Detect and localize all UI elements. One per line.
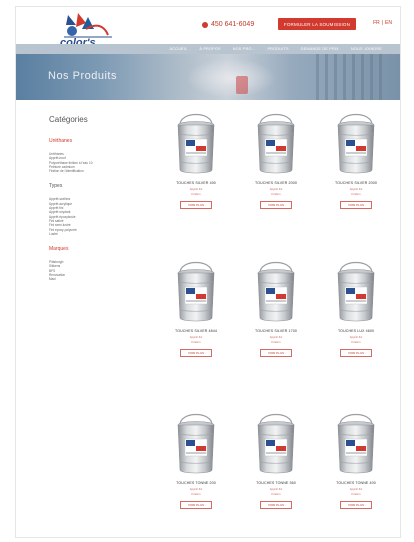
sidebar-title: Catégories <box>49 115 88 124</box>
product-card[interactable]: TOUCHES SILVER 4844 Apprêt fini Finition… <box>161 261 231 357</box>
product-subtitle: Apprêt fini <box>269 187 283 191</box>
product-card[interactable]: TOUCHES LUX 4600 Apprêt fini Finition VO… <box>321 261 391 357</box>
view-more-button[interactable]: VOIR PLUS <box>260 501 292 509</box>
nav-item-accueil[interactable]: ACCUEIL <box>163 44 193 54</box>
product-name: TOUCHES SILVER 4844 <box>175 329 217 333</box>
group-title[interactable]: Types <box>49 183 159 189</box>
paint-bucket-image[interactable] <box>251 413 301 475</box>
view-more-button[interactable]: VOIR PLUS <box>340 201 372 209</box>
product-subtitle: Apprêt fini <box>189 187 203 191</box>
product-name: TOUCHES TONNE 400 <box>336 481 376 485</box>
view-more-button[interactable]: VOIR PLUS <box>260 201 292 209</box>
banner-decor <box>316 54 386 100</box>
product-card[interactable]: TOUCHES TONNE 400 Apprêt fini Finition V… <box>321 413 391 509</box>
banner-decor <box>186 58 276 98</box>
product-subtitle: Apprêt fini <box>349 335 363 339</box>
hero-banner: Nos Produits <box>16 54 400 100</box>
product-card[interactable]: TOUCHES SILVER 1700 Apprêt fini Finition… <box>241 261 311 357</box>
category-group: Uréthanes Uréthanes Apprêt-bouf Polyurét… <box>49 138 159 173</box>
banner-title: Nos Produits <box>48 70 117 82</box>
product-subtitle: Finition <box>191 192 201 196</box>
nav-item-produits[interactable]: PRODUITS <box>261 44 294 54</box>
product-subtitle: Finition <box>191 340 201 344</box>
product-subtitle: Apprêt fini <box>349 487 363 491</box>
category-sidebar: Catégories Uréthanes Uréthanes Apprêt-bo… <box>49 115 159 292</box>
phone-number[interactable]: 450 641-6049 <box>202 21 254 28</box>
view-more-button[interactable]: VOIR PLUS <box>340 349 372 357</box>
product-name: TOUCHES SILVER 2000 <box>335 181 377 185</box>
product-card[interactable]: TOUCHES SILVER 400 Apprêt fini Finition … <box>161 113 231 209</box>
product-card[interactable]: TOUCHES TONNE 360 Apprêt fini Finition V… <box>241 413 311 509</box>
view-more-button[interactable]: VOIR PLUS <box>180 501 212 509</box>
paint-bucket-image[interactable] <box>171 113 221 175</box>
paint-bucket-image[interactable] <box>171 261 221 323</box>
group-title[interactable]: Uréthanes <box>49 138 159 144</box>
product-subtitle: Finition <box>271 192 281 196</box>
view-more-button[interactable]: VOIR PLUS <box>340 501 372 509</box>
product-subtitle: Apprêt fini <box>189 487 203 491</box>
product-subtitle: Apprêt fini <box>269 335 283 339</box>
quote-button[interactable]: FORMULER LA SOUMISSION <box>278 18 356 30</box>
nav-item-nos-pro[interactable]: NOS PRO... <box>227 44 262 54</box>
product-name: TOUCHES SILVER 400 <box>176 181 216 185</box>
group-title[interactable]: Marques <box>49 246 159 252</box>
main-nav: ACCUEIL À PROPOS NOS PRO... PRODUITS DEM… <box>16 44 400 54</box>
product-subtitle: Apprêt fini <box>349 187 363 191</box>
paint-bucket-image[interactable] <box>251 113 301 175</box>
product-subtitle: Apprêt fini <box>189 335 203 339</box>
product-subtitle: Finition <box>351 192 361 196</box>
lang-fr[interactable]: FR <box>373 20 380 26</box>
category-item[interactable]: Maxi <box>49 277 159 281</box>
product-card[interactable]: TOUCHES TONNE 200 Apprêt fini Finition V… <box>161 413 231 509</box>
category-group: Marques Pittsburgh Sikkens BFS Renovatio… <box>49 246 159 281</box>
product-subtitle: Finition <box>351 492 361 496</box>
product-card[interactable]: TOUCHES SILVER 2000 Apprêt fini Finition… <box>241 113 311 209</box>
product-card[interactable]: TOUCHES SILVER 2000 Apprêt fini Finition… <box>321 113 391 209</box>
nav-item-demande-de-prix[interactable]: DEMANDE DE PRIX <box>295 44 345 54</box>
lang-en[interactable]: EN <box>385 20 392 26</box>
language-switcher: FR | EN <box>373 20 392 26</box>
view-more-button[interactable]: VOIR PLUS <box>180 349 212 357</box>
nav-item-a-propos[interactable]: À PROPOS <box>193 44 226 54</box>
category-item[interactable]: Lustré <box>49 232 159 236</box>
paint-bucket-image[interactable] <box>331 261 381 323</box>
product-subtitle: Finition <box>351 340 361 344</box>
product-subtitle: Finition <box>271 340 281 344</box>
view-more-button[interactable]: VOIR PLUS <box>260 349 292 357</box>
category-item[interactable]: Finition de l'identification <box>49 169 159 173</box>
page-frame: color's 450 641-6049 FORMULER LA SOUMISS… <box>15 6 401 538</box>
product-name: TOUCHES TONNE 200 <box>176 481 216 485</box>
product-subtitle: Finition <box>191 492 201 496</box>
paint-bucket-image[interactable] <box>171 413 221 475</box>
product-name: TOUCHES TONNE 360 <box>256 481 296 485</box>
phone-text: 450 641-6049 <box>211 21 255 28</box>
product-name: TOUCHES SILVER 2000 <box>255 181 297 185</box>
nav-item-nous-joindre[interactable]: NOUS JOINDRE <box>345 44 388 54</box>
category-group: Types Apprêt-scelleur Apprêt acrylique A… <box>49 183 159 236</box>
paint-bucket-image[interactable] <box>331 113 381 175</box>
banner-decor <box>236 76 248 94</box>
product-name: TOUCHES LUX 4600 <box>337 329 375 333</box>
lang-separator: | <box>381 20 384 26</box>
paint-bucket-image[interactable] <box>251 261 301 323</box>
view-more-button[interactable]: VOIR PLUS <box>180 201 212 209</box>
product-name: TOUCHES SILVER 1700 <box>255 329 297 333</box>
product-subtitle: Finition <box>271 492 281 496</box>
product-subtitle: Apprêt fini <box>269 487 283 491</box>
phone-icon <box>202 21 208 28</box>
paint-bucket-image[interactable] <box>331 413 381 475</box>
